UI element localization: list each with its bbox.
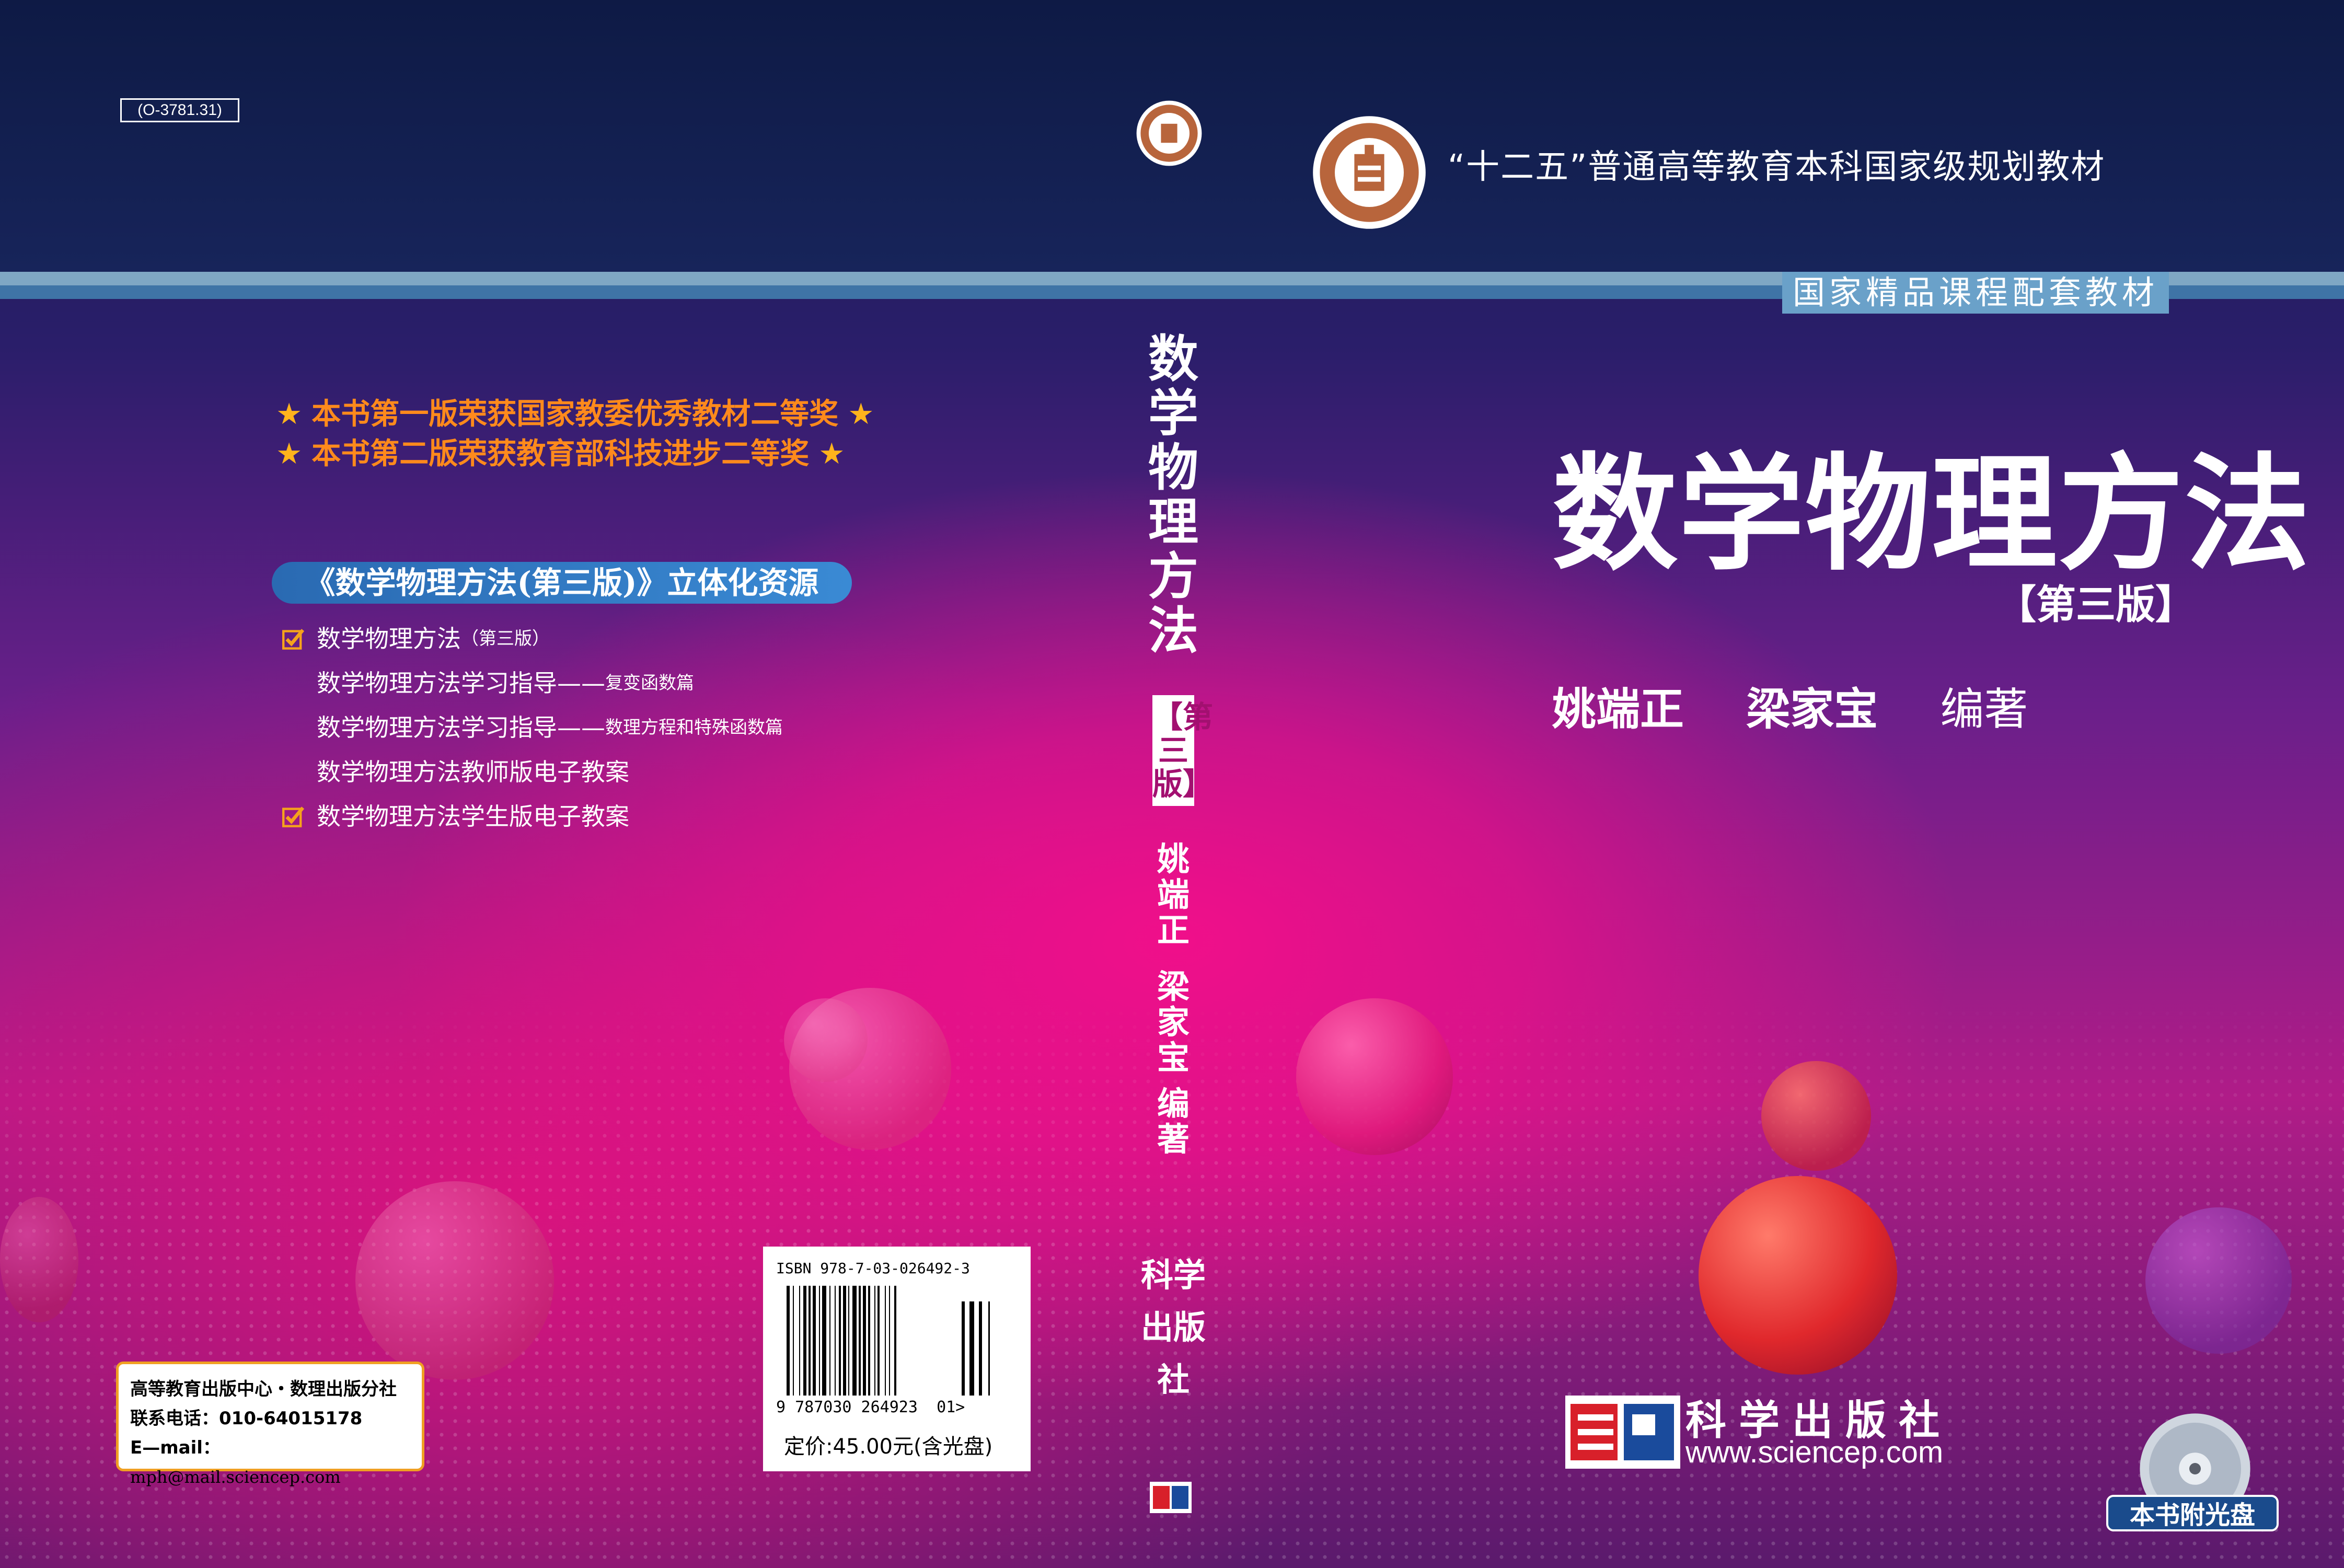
spine-title: 数学物理方法 — [1148, 330, 1198, 660]
barcode-panel: ISBN 978-7-03-026492-3 9 787030 264923 0… — [763, 1247, 1031, 1471]
spine-edition: 【第三版】 — [1152, 695, 1213, 806]
barcode-icon — [787, 1286, 990, 1396]
author-line: 姚端正 梁家宝 编著 — [1552, 674, 2028, 737]
list-item: 数学物理方法 （第三版） — [282, 617, 783, 661]
award-line: ★ 本书第一版荣获国家教委优秀教材二等奖 ★ — [276, 397, 874, 431]
list-item: 数学物理方法学习指导—— 数理方程和特殊函数篇 — [317, 713, 783, 742]
sphere-decoration — [355, 1181, 554, 1380]
sphere-decoration — [1296, 998, 1453, 1155]
star-icon: ★ — [848, 397, 874, 431]
seal-icon — [1136, 100, 1202, 166]
resources-heading: 《数学物理方法(第三版)》立体化资源 — [272, 562, 852, 604]
star-icon: ★ — [276, 397, 303, 431]
isbn-text: ISBN 978-7-03-026492-3 — [776, 1260, 970, 1277]
series-name: “十二五”普通高等教育本科国家级规划教材 — [1448, 148, 2106, 187]
edition-label: 【第三版】 — [1996, 581, 2195, 628]
sphere-decoration — [1699, 1176, 1897, 1375]
price-label: 定价:45.00元(含光盘) — [784, 1435, 993, 1459]
award-list: ★ 本书第一版荣获国家教委优秀教材二等奖 ★ ★ 本书第二版荣获教育部科技进步二等奖 ★ — [267, 395, 883, 474]
sphere-decoration — [2145, 1207, 2292, 1354]
publisher-logo-icon — [1565, 1396, 1680, 1469]
book-title: 数学物理方法 — [1552, 441, 2312, 587]
contact-box: 高等教育出版中心・数理出版分社 联系电话：010-64015178 E—mail… — [116, 1362, 424, 1487]
sub-series-banner: 国家精品课程配套教材 — [1782, 272, 2169, 314]
sphere-decoration — [784, 998, 868, 1082]
checkbox-icon — [282, 628, 305, 650]
author-name: 梁家宝 — [1746, 684, 1878, 735]
list-item: 数学物理方法学习指导—— 复变函数篇 — [317, 669, 694, 697]
book-cover: (O-3781.31) “十二五”普通高等教育本科国家级规划教材 国家精品课程配… — [0, 0, 2344, 1568]
seal-icon — [1313, 116, 1426, 229]
award-line: ★ 本书第二版荣获教育部科技进步二等奖 ★ — [276, 437, 845, 471]
catalog-code: (O-3781.31) — [120, 98, 239, 122]
star-icon: ★ — [818, 437, 845, 471]
resources-list: 数学物理方法 （第三版） 数学物理方法学习指导—— 复变函数篇 数学物理方法学习指导… — [282, 617, 783, 839]
barcode-digits: 9 787030 264923 01> — [776, 1398, 965, 1416]
publisher-url: www.sciencep.com — [1685, 1435, 1944, 1469]
author-name: 姚端正 — [1552, 684, 1684, 735]
list-item: 数学物理方法学生版电子教案 — [282, 794, 783, 839]
author-role: 编著 — [1940, 684, 2028, 735]
star-icon: ★ — [276, 437, 303, 471]
sphere-decoration — [1761, 1061, 1871, 1171]
spine-publisher: 科学出版社 — [1140, 1256, 1206, 1399]
spine-authors: 姚端正 梁家宝 编著 — [1157, 840, 1190, 1158]
list-item: 数学物理方法教师版电子教案 — [317, 758, 629, 786]
sphere-decoration — [0, 1197, 78, 1322]
cd-included-badge: 本书附光盘 — [2106, 1495, 2279, 1531]
checkbox-icon — [282, 806, 305, 827]
publisher-logo-icon — [1150, 1482, 1192, 1513]
